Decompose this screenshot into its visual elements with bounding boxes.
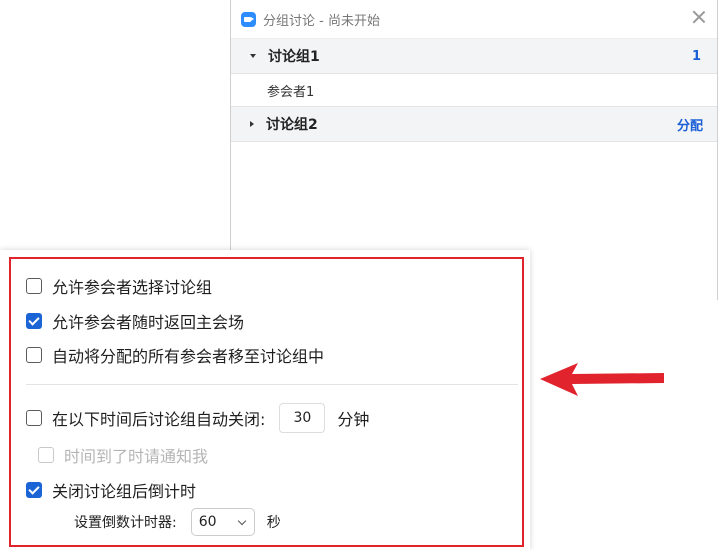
checkbox[interactable]	[26, 278, 42, 294]
select-value: 60	[198, 514, 217, 530]
group-row-2[interactable]: 讨论组2 分配	[231, 107, 717, 142]
allow-choose-option[interactable]: 允许参会者选择讨论组	[26, 274, 212, 298]
countdown-timer-row: 设置倒数计时器: 60 秒	[74, 508, 281, 536]
allow-return-option[interactable]: 允许参会者随时返回主会场	[26, 309, 244, 333]
countdown-option[interactable]: 关闭讨论组后倒计时	[26, 478, 196, 502]
seconds-unit: 秒	[266, 515, 281, 531]
checkbox-disabled[interactable]	[38, 447, 54, 463]
checkbox[interactable]	[26, 347, 42, 363]
participant-name: 参会者1	[267, 84, 315, 100]
option-label: 关闭讨论组后倒计时	[52, 482, 197, 501]
minutes-input[interactable]: 30	[279, 403, 326, 433]
assign-button[interactable]: 分配	[677, 115, 703, 134]
red-arrow-icon	[540, 363, 664, 396]
option-label: 在以下时间后讨论组自动关闭:	[52, 410, 266, 429]
participant-count: 1	[691, 48, 701, 64]
zoom-camera-icon	[241, 11, 256, 27]
chevron-right-icon[interactable]	[250, 121, 254, 127]
notify-option[interactable]: 时间到了时请通知我	[38, 443, 208, 467]
group-name: 讨论组2	[266, 117, 318, 133]
chevron-down-icon[interactable]	[250, 54, 256, 58]
option-label: 时间到了时请通知我	[64, 447, 209, 466]
participant-row[interactable]: 参会者1	[231, 74, 717, 107]
option-label: 自动将分配的所有参会者移至讨论组中	[52, 347, 325, 366]
checkbox-checked[interactable]	[26, 313, 42, 329]
option-label: 允许参会者随时返回主会场	[52, 313, 245, 332]
checkbox[interactable]	[26, 410, 42, 426]
divider	[26, 384, 518, 385]
group-name: 讨论组1	[268, 49, 320, 65]
option-label: 允许参会者选择讨论组	[52, 278, 213, 297]
chevron-down-icon	[237, 516, 246, 526]
checkbox-checked[interactable]	[26, 482, 42, 498]
minutes-unit: 分钟	[337, 410, 370, 429]
timer-label: 设置倒数计时器:	[74, 515, 177, 531]
group-row-1[interactable]: 讨论组1 1	[231, 39, 717, 74]
auto-close-option[interactable]: 在以下时间后讨论组自动关闭: 30 分钟	[26, 403, 369, 433]
window-title: 分组讨论 - 尚未开始	[263, 13, 380, 29]
close-icon[interactable]	[691, 9, 707, 25]
auto-move-option[interactable]: 自动将分配的所有参会者移至讨论组中	[26, 343, 324, 367]
title-bar: 分组讨论 - 尚未开始	[231, 0, 717, 39]
seconds-select[interactable]: 60	[190, 508, 255, 536]
